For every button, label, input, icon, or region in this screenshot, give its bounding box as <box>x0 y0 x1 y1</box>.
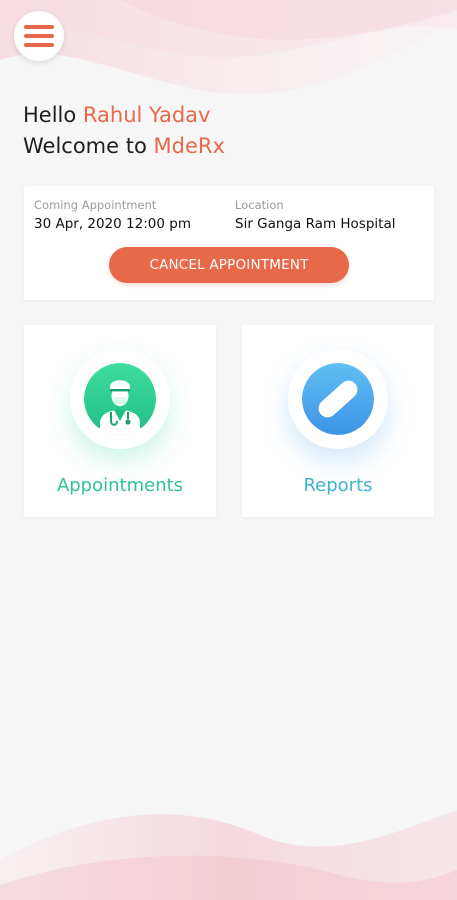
bottom-wave-decoration <box>0 810 457 900</box>
appointment-time-section: Coming Appointment 30 Apr, 2020 12:00 pm <box>34 198 191 234</box>
appointments-tile[interactable]: Appointments <box>24 325 216 517</box>
greeting: Hello Rahul Yadav Welcome to MdeRx <box>23 100 225 162</box>
hamburger-menu-icon <box>24 25 54 47</box>
welcome-line: Welcome to MdeRx <box>23 131 225 162</box>
cancel-appointment-button[interactable]: CANCEL APPOINTMENT <box>109 247 349 283</box>
upcoming-appointment-card: Coming Appointment 30 Apr, 2020 12:00 pm… <box>24 186 434 300</box>
doctor-icon <box>84 363 156 435</box>
hello-text: Hello <box>23 103 77 127</box>
location-value: Sir Ganga Ram Hospital <box>235 216 396 232</box>
menu-button[interactable] <box>14 11 64 61</box>
reports-label: Reports <box>303 475 373 496</box>
appointment-location-section: Location Sir Ganga Ram Hospital <box>235 198 395 234</box>
appointments-icon-halo <box>70 349 170 449</box>
hello-line: Hello Rahul Yadav <box>23 100 225 131</box>
app-name: MdeRx <box>153 134 225 158</box>
reports-tile[interactable]: Reports <box>242 325 434 517</box>
location-label: Location <box>235 198 284 212</box>
reports-icon-halo <box>288 349 388 449</box>
welcome-text: Welcome to <box>23 134 147 158</box>
coming-appointment-value: 30 Apr, 2020 12:00 pm <box>34 216 191 232</box>
pill-icon <box>302 363 374 435</box>
coming-appointment-label: Coming Appointment <box>34 198 157 212</box>
user-name: Rahul Yadav <box>82 103 211 127</box>
appointments-label: Appointments <box>56 475 184 496</box>
